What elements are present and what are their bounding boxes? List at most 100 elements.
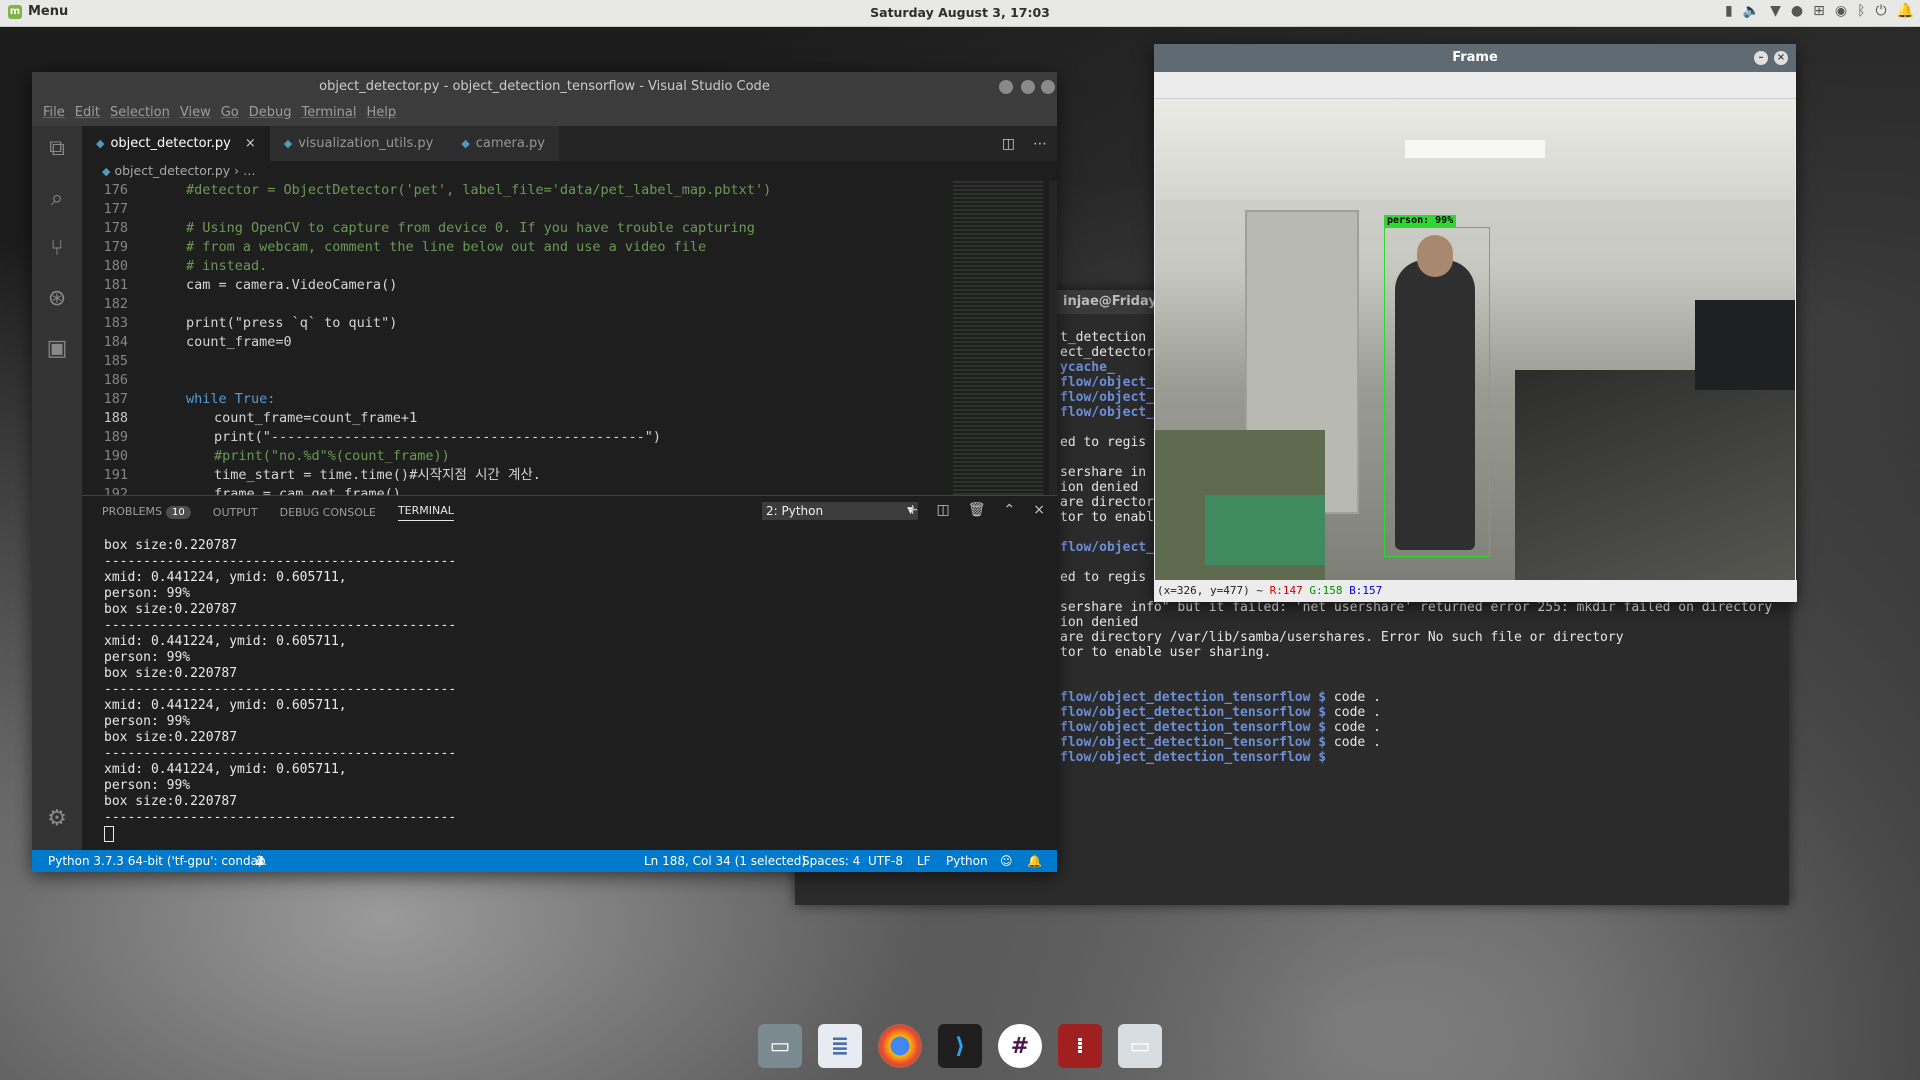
window-icon[interactable]: ▭ <box>1118 1024 1162 1068</box>
chrome-icon[interactable] <box>878 1024 922 1068</box>
terminal-app-icon[interactable]: ⁞ <box>1058 1024 1102 1068</box>
close-icon[interactable]: × <box>245 126 256 161</box>
code-line[interactable]: 189 print("------------------------------… <box>82 428 1057 447</box>
split-terminal-icon[interactable]: ◫ <box>937 502 950 518</box>
menu-file[interactable]: File <box>38 102 70 126</box>
code-line[interactable]: 187 while True: <box>82 390 1057 409</box>
tab-label: camera.py <box>475 136 545 151</box>
text-editor-icon[interactable]: ≣ <box>818 1024 862 1068</box>
bluetooth-icon[interactable]: ᛒ <box>1857 3 1865 19</box>
notification-icon[interactable]: 🔔 <box>1897 3 1914 19</box>
code-line[interactable]: 192 frame = cam.get_frame() <box>82 485 1057 495</box>
terminal-line: person: 99% <box>104 778 191 793</box>
breadcrumb-file[interactable]: object_detector.py <box>114 163 230 178</box>
terminal-select[interactable]: 2: Python ▼ <box>762 502 918 520</box>
vscode-window[interactable]: object_detector.py - object_detection_te… <box>32 72 1057 872</box>
tab-output[interactable]: OUTPUT <box>213 506 258 519</box>
line-number: 191 <box>103 467 128 483</box>
language-mode[interactable]: Python <box>946 850 988 872</box>
frame-window[interactable]: Frame – × person: 99% (x=326, y=477) ~ R… <box>1154 44 1797 602</box>
close-button[interactable] <box>1041 80 1055 94</box>
source-control-icon[interactable]: ⑂ <box>44 236 70 262</box>
ceiling-light <box>1405 140 1545 158</box>
split-editor-icon[interactable]: ◫ <box>1002 136 1015 152</box>
user-icon[interactable]: ● <box>1791 3 1803 19</box>
update-shield-icon[interactable]: ◉ <box>1835 3 1847 19</box>
menu-view[interactable]: View <box>175 102 216 126</box>
menu-help[interactable]: Help <box>361 102 401 126</box>
files-icon[interactable]: ▭ <box>758 1024 802 1068</box>
code-line[interactable]: 186 <box>82 371 1057 390</box>
close-icon[interactable]: × <box>1774 51 1788 65</box>
bell-icon[interactable]: 🔔 <box>1027 850 1042 872</box>
tab-problems[interactable]: PROBLEMS 10 <box>102 505 191 519</box>
clipboard-icon[interactable]: ▮ <box>1725 3 1733 19</box>
minimize-button[interactable] <box>999 80 1013 94</box>
gear-icon[interactable]: ⚙ <box>44 806 70 832</box>
code-text: count_frame=0 <box>186 334 292 350</box>
code-line[interactable]: 191 time_start = time.time()#시작지점 시간 계산. <box>82 466 1057 485</box>
network-icon[interactable]: ⊞ <box>1813 3 1825 19</box>
menu-selection[interactable]: Selection <box>105 102 175 126</box>
menu-debug[interactable]: Debug <box>244 102 297 126</box>
line-number: 182 <box>103 296 128 312</box>
menu-terminal[interactable]: Terminal <box>297 102 362 126</box>
line-ending[interactable]: LF <box>917 850 931 872</box>
terminal-line: box size:0.220787 <box>104 602 238 617</box>
close-panel-icon[interactable]: × <box>1033 502 1045 518</box>
more-actions-icon[interactable]: ⋯ <box>1033 136 1047 152</box>
tab-debug-console[interactable]: DEBUG CONSOLE <box>280 506 376 519</box>
wifi-icon[interactable]: ▼ <box>1770 3 1781 19</box>
debug-icon[interactable]: ⊛ <box>44 286 70 312</box>
code-line[interactable]: 183 print("press `q` to quit") <box>82 314 1057 333</box>
pixel-g: G:158 <box>1309 584 1343 597</box>
power-icon[interactable]: ⏻ <box>1875 3 1886 19</box>
menu-edit[interactable]: Edit <box>70 102 105 126</box>
explorer-icon[interactable]: ⧉ <box>44 136 70 162</box>
vscode-titlebar[interactable]: object_detector.py - object_detection_te… <box>32 72 1057 102</box>
feedback-icon[interactable]: ☺ <box>1000 850 1013 872</box>
code-line[interactable]: 181 cam = camera.VideoCamera() <box>82 276 1057 295</box>
code-editor[interactable]: 176 #detector = ObjectDetector('pet', lab… <box>82 181 1057 495</box>
clock[interactable]: Saturday August 3, 17:03 <box>0 5 1920 20</box>
code-line[interactable]: 178 # Using OpenCV to capture from device… <box>82 219 1057 238</box>
volume-icon[interactable]: 🔈 <box>1743 3 1760 19</box>
code-line[interactable]: 180 # instead. <box>82 257 1057 276</box>
code-line[interactable]: 182 <box>82 295 1057 314</box>
tab-visualization-utils[interactable]: ◆ visualization_utils.py <box>269 126 448 161</box>
vscode-icon[interactable]: ⟩ <box>938 1024 982 1068</box>
python-interpreter[interactable]: Python 3.7.3 64-bit ('tf-gpu': conda) <box>48 850 263 872</box>
chevron-up-icon[interactable]: ⌃ <box>1004 502 1016 518</box>
tab-terminal[interactable]: TERMINAL <box>397 504 454 521</box>
slack-icon[interactable]: # <box>998 1024 1042 1068</box>
integrated-terminal[interactable]: box size:0.220787 -----------------------… <box>82 528 1057 843</box>
encoding[interactable]: UTF-8 <box>868 850 903 872</box>
maximize-button[interactable] <box>1021 80 1035 94</box>
cursor-position[interactable]: Ln 188, Col 34 (1 selected) <box>644 850 806 872</box>
search-icon[interactable]: ⌕ <box>44 186 70 212</box>
new-terminal-icon[interactable]: + <box>907 502 919 518</box>
code-line[interactable]: 176 #detector = ObjectDetector('pet', lab… <box>82 181 1057 200</box>
code-line[interactable]: 184 count_frame=0 <box>82 333 1057 352</box>
trash-icon[interactable]: 🗑 <box>968 502 986 518</box>
frame-titlebar[interactable]: Frame – × <box>1154 44 1796 72</box>
code-text: #print("no.%d"%(count_frame)) <box>214 448 450 464</box>
breadcrumb-more[interactable]: … <box>243 163 256 178</box>
code-text: time_start = time.time()#시작지점 시간 계산. <box>214 467 541 483</box>
code-line[interactable]: 177 <box>82 200 1057 219</box>
code-line[interactable]: 185 <box>82 352 1057 371</box>
breadcrumb: ◆ object_detector.py › … <box>82 161 1057 181</box>
minimize-icon[interactable]: – <box>1754 51 1768 65</box>
indentation[interactable]: Spaces: 4 <box>802 850 860 872</box>
terminal-line: person: 99% <box>104 650 191 665</box>
menu-go[interactable]: Go <box>216 102 244 126</box>
editor-scrollbar[interactable] <box>1049 181 1057 495</box>
extensions-icon[interactable]: ▣ <box>44 336 70 362</box>
code-line[interactable]: 190 #print("no.%d"%(count_frame)) <box>82 447 1057 466</box>
monitor <box>1695 300 1795 390</box>
code-line[interactable]: 179 # from a webcam, comment the line bel… <box>82 238 1057 257</box>
tab-object-detector[interactable]: ◆ object_detector.py × <box>82 126 270 161</box>
tab-camera[interactable]: ◆ camera.py <box>447 126 559 161</box>
code-line[interactable]: 188 count_frame=count_frame+1 <box>82 409 1057 428</box>
minimap[interactable] <box>953 181 1043 495</box>
